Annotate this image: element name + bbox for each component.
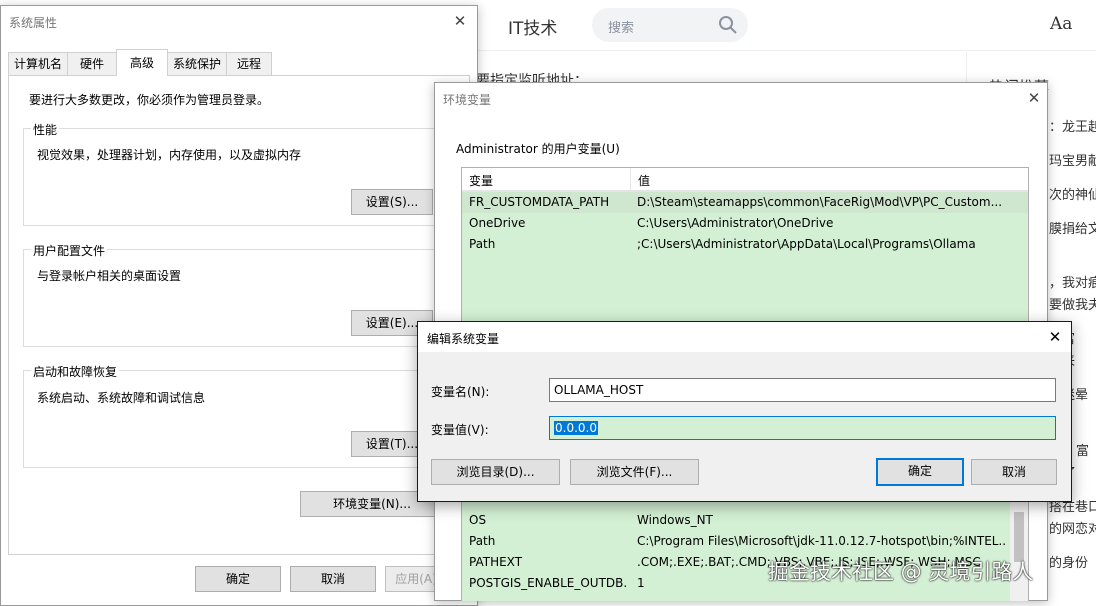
variable-value-input[interactable]: 0.0.0.0 xyxy=(549,416,1056,440)
tab-computer-name[interactable]: 计算机名 xyxy=(8,52,68,75)
system-properties-titlebar[interactable]: 系统属性 ✕ xyxy=(1,6,477,36)
performance-label: 性能 xyxy=(31,121,60,138)
sidebar-snippet: 的网恋对 xyxy=(1049,522,1096,537)
column-header-name[interactable]: 变量 xyxy=(469,172,493,189)
variable-value: ;C:\Users\Administrator\AppData\Local\Pr… xyxy=(637,237,976,251)
site-search-placeholder: 搜索 xyxy=(608,21,635,36)
sidebar-snippet: 次的神仙 xyxy=(1049,188,1096,203)
table-row[interactable]: Path C:\Program Files\Microsoft\jdk-11.0… xyxy=(462,531,1010,552)
ok-button[interactable]: 确定 xyxy=(195,566,281,592)
tab-remote[interactable]: 远程 xyxy=(226,52,272,75)
variable-name: Path xyxy=(469,534,496,548)
close-icon[interactable]: ✕ xyxy=(1044,326,1066,348)
sidebar-snippet: 膜捐给文 xyxy=(1049,222,1096,237)
tab-system-protection[interactable]: 系统保护 xyxy=(167,52,227,75)
variable-name: FR_CUSTOMDATA_PATH xyxy=(469,195,610,209)
variable-name-input[interactable]: OLLAMA_HOST xyxy=(549,378,1056,402)
performance-settings-button[interactable]: 设置(S)... xyxy=(351,189,433,215)
variable-value: D:\Steam\steamapps\common\FaceRig\Mod\VP… xyxy=(637,195,1003,209)
font-size-toggle[interactable]: Aa xyxy=(1050,14,1072,34)
edit-system-variable-dialog: 编辑系统变量 ✕ 变量名(N): OLLAMA_HOST 变量值(V): 0.0… xyxy=(417,321,1072,502)
variable-name: PATHEXT xyxy=(469,555,523,569)
search-icon[interactable] xyxy=(716,13,740,37)
user-profiles-label: 用户配置文件 xyxy=(31,242,108,259)
user-variables-list[interactable]: 变量 值 FR_CUSTOMDATA_PATH D:\Steam\steamap… xyxy=(461,167,1029,329)
table-row[interactable]: Path ;C:\Users\Administrator\AppData\Loc… xyxy=(462,234,1028,255)
sidebar-snippet: 玛宝男献 xyxy=(1049,154,1096,169)
scrollbar-thumb[interactable] xyxy=(1014,512,1024,562)
cancel-button[interactable]: 取消 xyxy=(290,566,376,592)
performance-desc: 视觉效果，处理器计划，内存使用，以及虚拟内存 xyxy=(37,148,302,162)
variable-value-label: 变量值(V): xyxy=(431,423,489,437)
sidebar-snippet: ：龙王赳 xyxy=(1049,120,1096,135)
system-properties-dialog: 系统属性 ✕ 计算机名 硬件 高级 系统保护 远程 要进行大多数更改，你必须作为… xyxy=(0,5,478,606)
close-icon[interactable]: ✕ xyxy=(449,10,471,32)
webpage-header xyxy=(470,0,1096,51)
user-profiles-desc: 与登录帐户相关的桌面设置 xyxy=(37,269,182,283)
table-row[interactable]: OS Windows_NT xyxy=(462,510,1010,531)
advanced-tab-panel: 要进行大多数更改，你必须作为管理员登录。 性能 视觉效果，处理器计划，内存使用，… xyxy=(8,75,470,555)
environment-variables-titlebar[interactable]: 环境变量 ✕ xyxy=(435,83,1047,113)
variable-name: OS xyxy=(469,513,487,527)
column-separator[interactable] xyxy=(630,168,631,190)
scrollbar[interactable] xyxy=(1010,502,1028,601)
environment-variables-title: 环境变量 xyxy=(443,93,492,107)
variable-value: C:\Users\Administrator\OneDrive xyxy=(637,216,834,230)
table-row[interactable]: FR_CUSTOMDATA_PATH D:\Steam\steamapps\co… xyxy=(462,192,1028,213)
system-properties-title: 系统属性 xyxy=(9,16,58,30)
edit-system-variable-titlebar[interactable]: 编辑系统变量 ✕ xyxy=(418,322,1071,352)
system-variables-list[interactable]: OS Windows_NT Path C:\Program Files\Micr… xyxy=(461,501,1029,601)
browse-file-button[interactable]: 浏览文件(F)... xyxy=(570,459,699,485)
startup-recovery-label: 启动和故障恢复 xyxy=(31,363,120,380)
variable-name: OneDrive xyxy=(469,216,526,230)
selected-value-text: 0.0.0.0 xyxy=(554,421,598,435)
admin-note: 要进行大多数更改，你必须作为管理员登录。 xyxy=(29,93,270,107)
user-variables-label: Administrator 的用户变量(U) xyxy=(456,142,620,156)
watermark: 掘金技术社区 @ 灵境引路人 xyxy=(768,560,1034,584)
tab-hardware[interactable]: 硬件 xyxy=(67,52,117,75)
variable-name: POSTGIS_ENABLE_OUTDB... xyxy=(469,576,627,590)
table-row[interactable]: OneDrive C:\Users\Administrator\OneDrive xyxy=(462,213,1028,234)
variable-value: C:\Program Files\Microsoft\jdk-11.0.12.7… xyxy=(637,534,1007,548)
close-icon[interactable]: ✕ xyxy=(1023,87,1045,109)
variable-name-label: 变量名(N): xyxy=(431,385,490,399)
sidebar-snippet: 的身份 xyxy=(1049,556,1089,571)
edit-system-variable-title: 编辑系统变量 xyxy=(427,332,500,346)
cancel-button[interactable]: 取消 xyxy=(971,459,1057,485)
tab-advanced[interactable]: 高级 xyxy=(116,49,168,76)
variable-name: Path xyxy=(469,237,496,251)
sidebar-snippet: 要做我夫 xyxy=(1049,298,1096,313)
startup-recovery-desc: 系统启动、系统故障和调试信息 xyxy=(37,391,206,405)
ok-button[interactable]: 确定 xyxy=(876,458,964,486)
site-logo[interactable]: IT技术 xyxy=(508,14,557,39)
sidebar-snippet: ，我对痕 xyxy=(1049,276,1096,291)
user-variables-header: 变量 值 xyxy=(462,168,1028,191)
column-header-value[interactable]: 值 xyxy=(638,172,650,189)
browse-directory-button[interactable]: 浏览目录(D)... xyxy=(431,459,560,485)
variable-value: Windows_NT xyxy=(637,513,713,527)
